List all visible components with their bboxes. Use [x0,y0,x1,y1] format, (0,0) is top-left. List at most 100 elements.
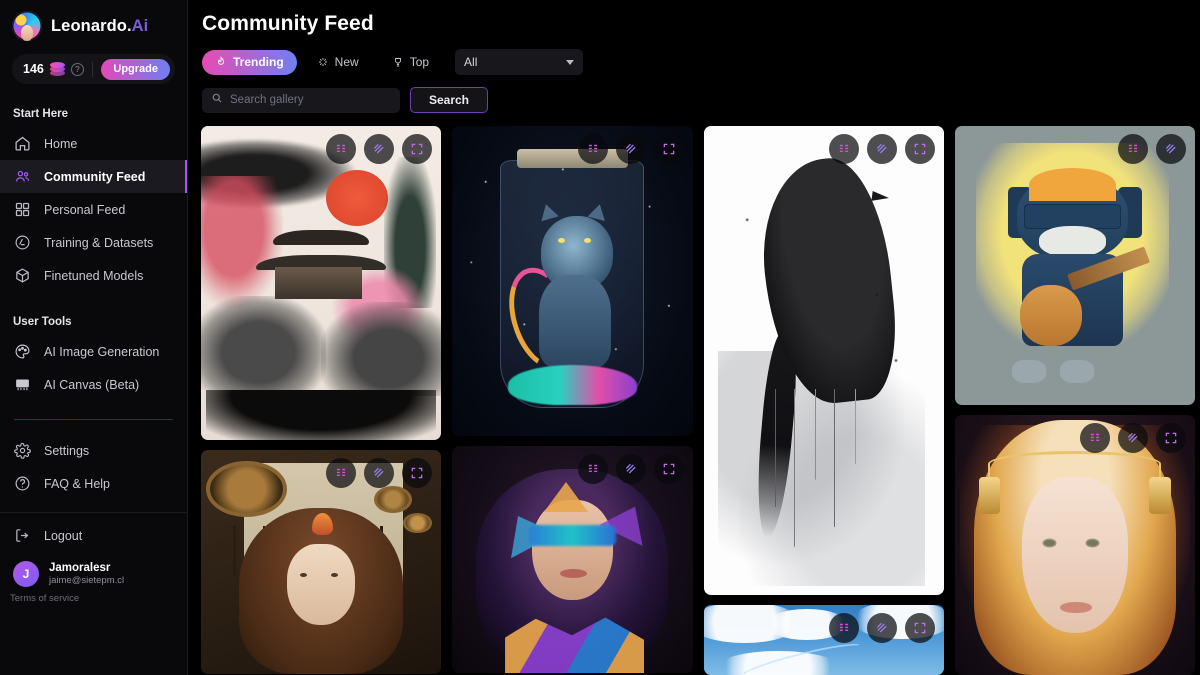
sidebar-item-personal-feed[interactable]: Personal Feed [0,193,187,226]
sidebar-item-label: Home [44,136,78,151]
search-input[interactable] [230,94,391,106]
expand-icon[interactable] [653,134,684,164]
sidebar-item-label: Community Feed [44,169,146,184]
sidebar-divider [14,419,173,420]
question-circle-icon [14,475,31,492]
remix-icon[interactable] [326,458,357,488]
tab-label: Trending [233,55,284,69]
remix-icon[interactable] [828,613,859,644]
sidebar-item-label: Settings [44,443,90,458]
user-name: Jamoralesr [49,561,111,574]
sidebar-item-label: Training & Datasets [44,235,154,250]
card-actions [1080,423,1186,453]
training-icon [14,234,31,251]
help-circle-icon[interactable]: ? [70,62,84,76]
upscale-icon[interactable] [364,134,395,164]
sidebar-item-ai-image-generation[interactable]: AI Image Generation [0,335,187,368]
expand-icon[interactable] [653,454,684,484]
chevron-down-icon [566,59,575,65]
expand-icon[interactable] [904,613,935,644]
remix-icon[interactable] [828,134,859,164]
people-icon [14,168,31,185]
sidebar-section-start: Start Here [13,108,68,120]
sidebar-item-label: AI Image Generation [44,344,160,359]
gallery-card-steampunk[interactable] [201,450,442,674]
sidebar: Leonardo.Ai 146 ? Upgrade Start Here Hom… [0,0,188,675]
expand-icon[interactable] [402,134,433,164]
remix-icon[interactable] [577,454,608,484]
flame-icon [215,56,227,68]
card-actions [577,454,684,484]
sidebar-item-logout[interactable]: Logout [0,519,187,552]
upscale-icon[interactable] [866,134,897,164]
artwork-image [954,415,1195,675]
search-button[interactable]: Search [410,87,488,113]
trophy-icon [392,56,404,68]
logout-icon [14,527,31,544]
upscale-icon[interactable] [1156,134,1186,164]
gallery-column [201,126,442,675]
expand-icon[interactable] [1156,423,1186,453]
grid-icon [14,201,31,218]
sidebar-item-training-datasets[interactable]: Training & Datasets [0,226,187,259]
upgrade-button[interactable]: Upgrade [101,58,170,80]
avatar: J [13,561,39,587]
sidebar-item-label: Finetuned Models [44,268,144,283]
sidebar-item-ai-canvas[interactable]: AI Canvas (Beta) [0,368,187,401]
credits-amount: 146 [23,62,44,76]
gallery-card-geowoman[interactable] [452,446,693,673]
expand-icon[interactable] [904,134,935,164]
card-actions [326,134,433,164]
sidebar-item-label: FAQ & Help [44,476,110,491]
remix-icon[interactable] [1118,134,1148,164]
sidebar-item-faq-help[interactable]: FAQ & Help [0,467,187,500]
cube-icon [14,267,31,284]
brand[interactable]: Leonardo.Ai [0,0,187,41]
brand-name-suffix: Ai [131,16,149,35]
card-actions [326,458,433,488]
gallery-card-raven[interactable] [703,126,944,596]
sidebar-item-community-feed[interactable]: Community Feed [0,160,187,193]
sidebar-item-home[interactable]: Home [0,127,187,160]
user-profile[interactable]: J Jamoralesr jaime@sietepm.cl [0,552,187,587]
upscale-icon[interactable] [615,454,646,484]
brand-name: Leonardo.Ai [51,17,148,36]
remix-icon[interactable] [326,134,357,164]
upscale-icon[interactable] [364,458,395,488]
divider [91,61,93,77]
category-dropdown[interactable]: All [455,49,584,75]
search-icon [211,91,223,109]
tab-new[interactable]: New [304,50,372,75]
gallery-column [452,126,693,675]
brand-name-main: Leonardo [51,16,127,35]
gallery-card-elf[interactable] [954,415,1195,675]
card-actions [828,613,935,644]
search-box[interactable] [202,87,400,113]
token-stack-icon [49,62,65,76]
artwork-image [703,126,944,596]
remix-icon[interactable] [577,134,608,164]
sidebar-item-finetuned-models[interactable]: Finetuned Models [0,259,187,292]
filter-bar: Trending New Top All [188,36,1200,75]
tab-top[interactable]: Top [379,50,442,75]
upscale-icon[interactable] [866,613,897,644]
upscale-icon[interactable] [1118,423,1148,453]
gallery-card-pagoda[interactable] [201,126,442,440]
credits-bar: 146 ? Upgrade [12,54,175,84]
canvas-icon [14,376,31,393]
user-email: jaime@sietepm.cl [49,574,125,586]
sidebar-item-label: Personal Feed [44,202,126,217]
terms-of-service-link[interactable]: Terms of service [0,587,187,604]
expand-icon[interactable] [402,458,433,488]
gallery-card-sky[interactable] [703,605,944,675]
card-actions [828,134,935,164]
upscale-icon[interactable] [615,134,646,164]
main-content: Community Feed Trending New Top All Sear… [188,0,1200,675]
remix-icon[interactable] [1080,423,1110,453]
palette-icon [14,343,31,360]
tab-trending[interactable]: Trending [202,49,297,75]
app-root: Leonardo.Ai 146 ? Upgrade Start Here Hom… [0,0,1200,675]
gallery-card-tiger[interactable] [954,126,1195,405]
sidebar-item-settings[interactable]: Settings [0,434,187,467]
gallery-card-catjar[interactable] [452,126,693,436]
